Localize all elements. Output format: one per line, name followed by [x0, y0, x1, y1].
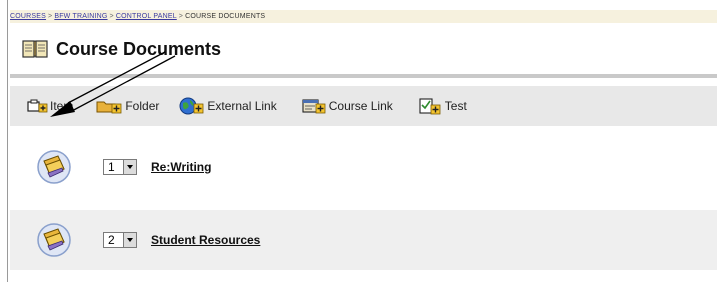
breadcrumb: COURSES > BFW TRAINING > CONTROL PANEL > COURS…: [10, 10, 717, 23]
add-test-button[interactable]: Test: [417, 97, 467, 115]
add-course-link-label: Course Link: [328, 99, 393, 113]
list-item: 1 Re:Writing: [10, 137, 717, 197]
add-folder-label: Folder: [125, 99, 160, 113]
chevron-down-icon[interactable]: [123, 160, 136, 174]
left-border: [7, 0, 8, 282]
item-title-link[interactable]: Re:Writing: [151, 160, 211, 174]
breadcrumb-current: COURSE DOCUMENTS: [185, 13, 266, 20]
add-folder-button[interactable]: Folder: [95, 98, 159, 114]
add-test-icon: [419, 98, 441, 115]
item-title-link[interactable]: Student Resources: [151, 233, 260, 247]
chevron-down-icon[interactable]: [123, 233, 136, 247]
page-header: Course Documents: [22, 33, 221, 65]
add-folder-icon: [96, 101, 122, 114]
add-test-label: Test: [444, 99, 467, 113]
breadcrumb-separator: >: [178, 13, 184, 20]
action-toolbar: Item Folder External Link Course Link Te…: [10, 86, 717, 126]
folder-icon: [37, 150, 71, 184]
add-item-icon: [27, 99, 48, 113]
add-item-button[interactable]: Item: [26, 98, 73, 114]
add-external-link-button[interactable]: External Link: [179, 97, 277, 115]
breadcrumb-control-panel-link[interactable]: CONTROL PANEL: [116, 13, 177, 20]
open-book-icon: [22, 40, 48, 58]
page-title: Course Documents: [56, 38, 222, 59]
order-select[interactable]: 1: [103, 159, 137, 175]
add-course-link-icon: [302, 99, 326, 114]
order-select[interactable]: 2: [103, 232, 137, 248]
order-value: 1: [108, 160, 115, 174]
add-course-link-button[interactable]: Course Link: [301, 98, 393, 114]
order-value: 2: [108, 233, 115, 247]
list-item: 2 Student Resources: [10, 210, 717, 270]
breadcrumb-courses-link[interactable]: COURSES: [10, 13, 46, 20]
title-divider: [10, 74, 717, 78]
folder-icon: [37, 223, 71, 257]
breadcrumb-bfw-training-link[interactable]: BFW TRAINING: [54, 13, 107, 20]
add-external-link-icon: [179, 97, 204, 115]
breadcrumb-separator: >: [109, 13, 114, 20]
add-item-label: Item: [50, 99, 74, 113]
add-external-link-label: External Link: [207, 99, 277, 113]
